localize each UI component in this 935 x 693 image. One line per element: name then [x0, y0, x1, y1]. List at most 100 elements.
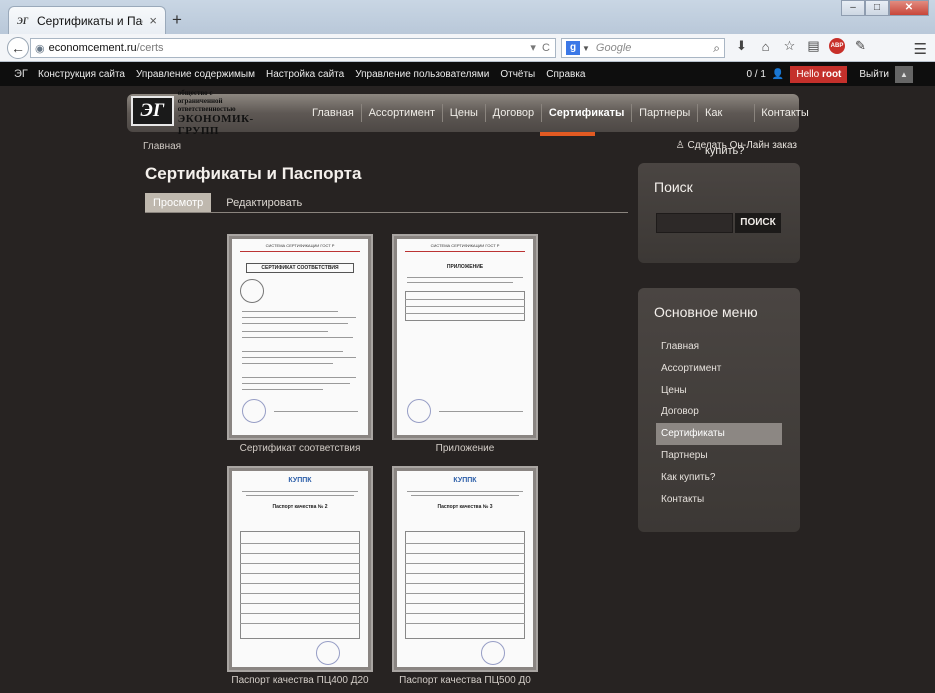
site-search-input[interactable]: [656, 213, 733, 233]
nav-item-assortment[interactable]: Ассортимент: [362, 94, 442, 132]
download-icon[interactable]: ⬇: [733, 38, 750, 54]
online-order-link[interactable]: ♙ Сделать Он-Лайн заказ: [676, 140, 797, 151]
menu-item-contacts[interactable]: Контакты: [656, 489, 782, 511]
url-bar[interactable]: ◉ economcement.ru/certs ▾ C: [30, 38, 556, 58]
admin-link-content[interactable]: Управление содержимым: [136, 69, 255, 80]
tab-edit[interactable]: Редактировать: [211, 193, 317, 212]
hamburger-menu-icon[interactable]: ☰: [914, 40, 927, 58]
main-nav: Главная Ассортимент Цены Договор Сертифи…: [305, 94, 816, 157]
certificate-caption[interactable]: Паспорт качества ПЦ500 Д0: [392, 675, 538, 686]
google-icon[interactable]: g: [566, 41, 580, 55]
person-icon: ♙: [675, 140, 688, 151]
bookmark-star-icon[interactable]: ☆: [781, 38, 798, 54]
admin-link-help[interactable]: Справка: [546, 69, 585, 80]
back-arrow-icon[interactable]: ←: [7, 37, 29, 59]
chevron-down-icon[interactable]: ▼: [582, 44, 590, 53]
admin-link-structure[interactable]: Конструкция сайта: [38, 69, 125, 80]
minimize-icon[interactable]: –: [841, 0, 865, 16]
admin-logo-icon[interactable]: ЭГ: [14, 68, 28, 80]
logo-mark: ЭГ: [131, 96, 174, 126]
doc-title: ПРИЛОЖЕНИЕ: [446, 264, 484, 270]
certificate-image: КУППК Паспорт качества № 2: [232, 471, 368, 667]
menu-item-prices[interactable]: Цены: [656, 380, 782, 402]
main-menu-title: Основное меню: [654, 304, 758, 320]
doc-title: СЕРТИФИКАТ СООТВЕТСТВИЯ: [246, 263, 354, 273]
logo-text: общество с ограниченной ответственностью…: [178, 89, 281, 137]
admin-link-users[interactable]: Управление пользователями: [355, 69, 489, 80]
online-order-label: Сделать Он-Лайн заказ: [687, 140, 797, 151]
certificate-card[interactable]: СИСТЕМА СЕРТИФИКАЦИИ ГОСТ Р ПРИЛОЖЕНИЕ П…: [392, 234, 538, 454]
doc-header: СИСТЕМА СЕРТИФИКАЦИИ ГОСТ Р: [430, 243, 500, 248]
site-logo[interactable]: ЭГ общество с ограниченной ответственнос…: [131, 89, 281, 137]
maximize-icon[interactable]: □: [865, 0, 889, 16]
adblock-icon[interactable]: ABP: [829, 38, 845, 54]
menu-item-how-to-buy[interactable]: Как купить?: [656, 467, 782, 489]
greeting-text: Hello: [796, 68, 820, 80]
page-title: Сертификаты и Паспорта: [145, 164, 362, 183]
admin-link-reports[interactable]: Отчёты: [500, 69, 535, 80]
logout-link[interactable]: Выйти: [859, 69, 889, 80]
search-panel: Поиск ПОИСК: [638, 163, 800, 263]
logo-name: ЭКОНОМИК-ГРУПП: [177, 113, 254, 137]
collapse-toolbar-icon[interactable]: ▲: [895, 65, 913, 83]
menu-item-certificates[interactable]: Сертификаты: [656, 423, 782, 445]
certificate-thumbnail[interactable]: СИСТЕМА СЕРТИФИКАЦИИ ГОСТ Р ПРИЛОЖЕНИЕ: [392, 234, 538, 440]
certificate-thumbnail[interactable]: КУППК Паспорт качества № 3: [392, 466, 538, 672]
certificate-card[interactable]: КУППК Паспорт качества № 2 Паспорт качес…: [227, 466, 373, 686]
new-tab-button[interactable]: +: [172, 10, 182, 30]
admin-bar: ЭГ Конструкция сайта Управление содержим…: [0, 62, 935, 86]
nav-item-contract[interactable]: Договор: [486, 94, 542, 132]
certificate-caption[interactable]: Паспорт качества ПЦ400 Д20: [227, 675, 373, 686]
seal-stamp-icon: [481, 641, 505, 665]
main-menu-panel: Основное меню Главная Ассортимент Цены Д…: [638, 288, 800, 532]
home-icon[interactable]: ⌂: [757, 39, 774, 54]
doc-title: Паспорт качества № 2: [272, 504, 328, 510]
certificate-image: СИСТЕМА СЕРТИФИКАЦИИ ГОСТ Р СЕРТИФИКАТ С…: [232, 239, 368, 435]
certificate-caption[interactable]: Приложение: [392, 443, 538, 454]
browser-search-input[interactable]: Google: [596, 42, 713, 54]
doc-title: Паспорт качества № 3: [437, 504, 493, 510]
url-path: /certs: [136, 42, 164, 54]
certificate-caption[interactable]: Сертификат соответствия: [227, 443, 373, 454]
certificate-thumbnail[interactable]: СИСТЕМА СЕРТИФИКАЦИИ ГОСТ Р СЕРТИФИКАТ С…: [227, 234, 373, 440]
nav-item-certificates[interactable]: Сертификаты: [542, 94, 632, 132]
browser-nav-bar: ← ◉ economcement.ru/certs ▾ C g ▼ Google…: [0, 34, 935, 62]
nav-item-prices[interactable]: Цены: [443, 94, 485, 132]
certificate-thumbnail[interactable]: КУППК Паспорт качества № 2: [227, 466, 373, 672]
search-bar[interactable]: g ▼ Google ⌕: [561, 38, 725, 58]
site-page: ЭГ общество с ограниченной ответственнос…: [0, 86, 935, 693]
nav-item-partners[interactable]: Партнеры: [632, 94, 697, 132]
menu-item-partners[interactable]: Партнеры: [656, 445, 782, 467]
window-close-icon[interactable]: ✕: [889, 0, 929, 16]
user-greeting[interactable]: Hello root: [790, 65, 848, 83]
nav-item-how-to-buy[interactable]: Как купить?: [698, 94, 754, 157]
main-menu-list: Главная Ассортимент Цены Договор Сертифи…: [638, 336, 800, 510]
close-tab-icon[interactable]: ×: [149, 13, 157, 28]
menu-item-contract[interactable]: Договор: [656, 401, 782, 423]
admin-link-settings[interactable]: Настройка сайта: [266, 69, 344, 80]
active-nav-indicator: [540, 132, 595, 136]
kuppk-logo: КУППК: [453, 477, 477, 484]
globe-icon: ◉: [35, 42, 45, 55]
kuppk-logo: КУППК: [288, 477, 312, 484]
search-panel-title: Поиск: [654, 179, 693, 195]
certificate-card[interactable]: КУППК Паспорт качества № 3 Паспорт качес…: [392, 466, 538, 686]
magnifier-icon[interactable]: ⌕: [713, 41, 720, 56]
site-search-button[interactable]: ПОИСК: [735, 213, 781, 233]
logo-subtitle: общество с ограниченной ответственностью: [177, 89, 236, 113]
nav-item-home[interactable]: Главная: [305, 94, 361, 132]
users-icon: 👤: [771, 68, 785, 80]
addon-icon[interactable]: ✎: [852, 38, 869, 54]
reload-icon[interactable]: ▾ C: [530, 41, 550, 54]
certificate-card[interactable]: СИСТЕМА СЕРТИФИКАЦИИ ГОСТ Р СЕРТИФИКАТ С…: [227, 234, 373, 454]
bookmarks-list-icon[interactable]: ▤: [805, 38, 822, 54]
browser-tab[interactable]: ЭГ Сертификаты и Паспорта... ×: [8, 6, 166, 34]
menu-item-assortment[interactable]: Ассортимент: [656, 358, 782, 380]
url-host: economcement.ru: [48, 42, 137, 54]
tab-view[interactable]: Просмотр: [145, 193, 212, 212]
menu-item-home[interactable]: Главная: [656, 336, 782, 358]
site-favicon-icon: ЭГ: [17, 15, 29, 26]
nav-item-contacts[interactable]: Контакты: [754, 94, 816, 132]
seal-stamp-icon: [242, 399, 266, 423]
breadcrumb[interactable]: Главная: [143, 141, 181, 152]
